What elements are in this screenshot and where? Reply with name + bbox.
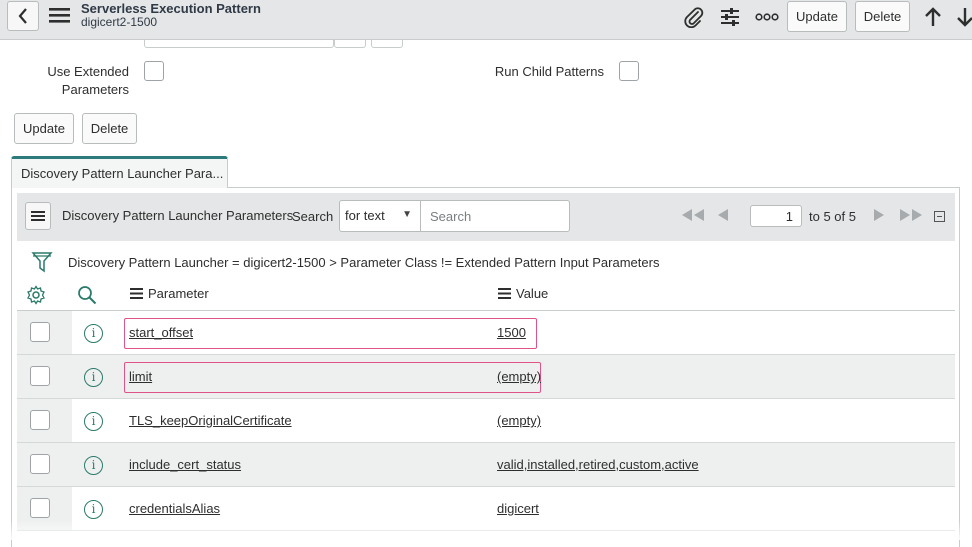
field-stub xyxy=(334,40,366,48)
prev-page-icon[interactable] xyxy=(717,208,729,225)
paperclip-icon[interactable] xyxy=(680,4,706,30)
label-line: Parameters xyxy=(61,82,129,97)
info-icon[interactable]: i xyxy=(84,324,103,343)
back-button[interactable] xyxy=(7,1,39,31)
gear-icon[interactable] xyxy=(26,285,46,305)
search-input[interactable]: Search xyxy=(420,200,570,232)
delete-button[interactable]: Delete xyxy=(82,113,137,144)
info-icon[interactable]: i xyxy=(84,456,103,475)
column-header-value[interactable]: Value xyxy=(498,286,548,301)
row-checkbox[interactable] xyxy=(30,498,50,518)
parameter-link[interactable]: start_offset xyxy=(129,325,193,340)
row-highlight xyxy=(124,362,541,393)
arrow-down-icon[interactable] xyxy=(952,4,972,30)
hamburger-icon xyxy=(31,211,45,221)
update-button[interactable]: Update xyxy=(14,113,74,144)
use-extended-parameters-checkbox[interactable] xyxy=(144,61,164,81)
value-link[interactable]: 1500 xyxy=(497,325,526,340)
use-extended-parameters-label: Use Extended Parameters xyxy=(30,63,129,99)
table-row: i start_offset 1500 xyxy=(17,311,955,355)
bottom-fade xyxy=(0,520,972,540)
arrow-up-icon[interactable] xyxy=(920,4,946,30)
table-row: i TLS_keepOriginalCertificate (empty) xyxy=(17,399,955,443)
hamburger-icon[interactable] xyxy=(49,6,71,24)
search-field-select[interactable]: for text ▼ xyxy=(339,200,421,232)
column-header-label: Parameter xyxy=(148,286,209,301)
form-title: Serverless Execution Pattern xyxy=(81,1,261,16)
tab-discovery-pattern-launcher-parameters[interactable]: Discovery Pattern Launcher Para... xyxy=(11,156,228,188)
parameter-link[interactable]: include_cert_status xyxy=(129,457,241,472)
field-stub xyxy=(144,40,334,48)
page-range-text: to 5 of 5 xyxy=(809,209,856,224)
filter-breadcrumb[interactable]: Discovery Pattern Launcher = digicert2-1… xyxy=(68,255,659,270)
form-subtitle: digicert2-1500 xyxy=(81,15,158,29)
label-line: Use Extended xyxy=(47,64,129,79)
page-number-input[interactable]: 1 xyxy=(750,205,802,227)
run-child-patterns-label: Run Child Patterns xyxy=(494,64,604,79)
form-header: Serverless Execution Pattern digicert2-1… xyxy=(0,0,972,40)
header-update-button[interactable]: Update xyxy=(787,1,847,32)
table-row: i limit (empty) xyxy=(17,355,955,399)
info-icon[interactable]: i xyxy=(84,368,103,387)
sliders-icon[interactable] xyxy=(717,4,743,30)
value-link[interactable]: (empty) xyxy=(497,413,541,428)
list-menu-button[interactable] xyxy=(25,202,51,230)
search-icon[interactable] xyxy=(77,285,97,305)
list-title: Discovery Pattern Launcher Parameters xyxy=(62,208,294,223)
column-header-label: Value xyxy=(516,286,549,301)
first-page-icon[interactable] xyxy=(680,208,706,225)
parameter-link[interactable]: credentialsAlias xyxy=(129,501,220,516)
search-label: Search xyxy=(292,209,334,224)
parameter-link[interactable]: limit xyxy=(129,369,152,384)
value-link[interactable]: digicert xyxy=(497,501,539,516)
collapse-icon[interactable] xyxy=(934,211,945,222)
value-link[interactable]: (empty) xyxy=(497,369,541,384)
row-checkbox[interactable] xyxy=(30,410,50,430)
search-select-value: for text xyxy=(345,208,385,223)
row-checkbox[interactable] xyxy=(30,322,50,342)
caret-down-icon: ▼ xyxy=(402,209,412,220)
ellipsis-icon[interactable] xyxy=(754,4,780,30)
last-page-icon[interactable] xyxy=(898,208,924,225)
column-menu-icon[interactable] xyxy=(498,288,511,299)
field-stub xyxy=(371,40,403,48)
run-child-patterns-checkbox[interactable] xyxy=(619,61,639,81)
parameter-link[interactable]: TLS_keepOriginalCertificate xyxy=(129,413,292,428)
chevron-left-icon xyxy=(18,8,27,24)
column-header-parameter[interactable]: Parameter xyxy=(130,286,209,301)
row-checkbox[interactable] xyxy=(30,366,50,386)
table-row: i include_cert_status valid,installed,re… xyxy=(17,443,955,487)
next-page-icon[interactable] xyxy=(873,208,885,225)
funnel-icon[interactable] xyxy=(31,251,53,278)
info-icon[interactable]: i xyxy=(84,412,103,431)
value-link[interactable]: valid,installed,retired,custom,active xyxy=(497,457,699,472)
column-menu-icon[interactable] xyxy=(130,288,143,299)
row-checkbox[interactable] xyxy=(30,454,50,474)
info-icon[interactable]: i xyxy=(84,500,103,519)
header-delete-button[interactable]: Delete xyxy=(855,1,910,32)
